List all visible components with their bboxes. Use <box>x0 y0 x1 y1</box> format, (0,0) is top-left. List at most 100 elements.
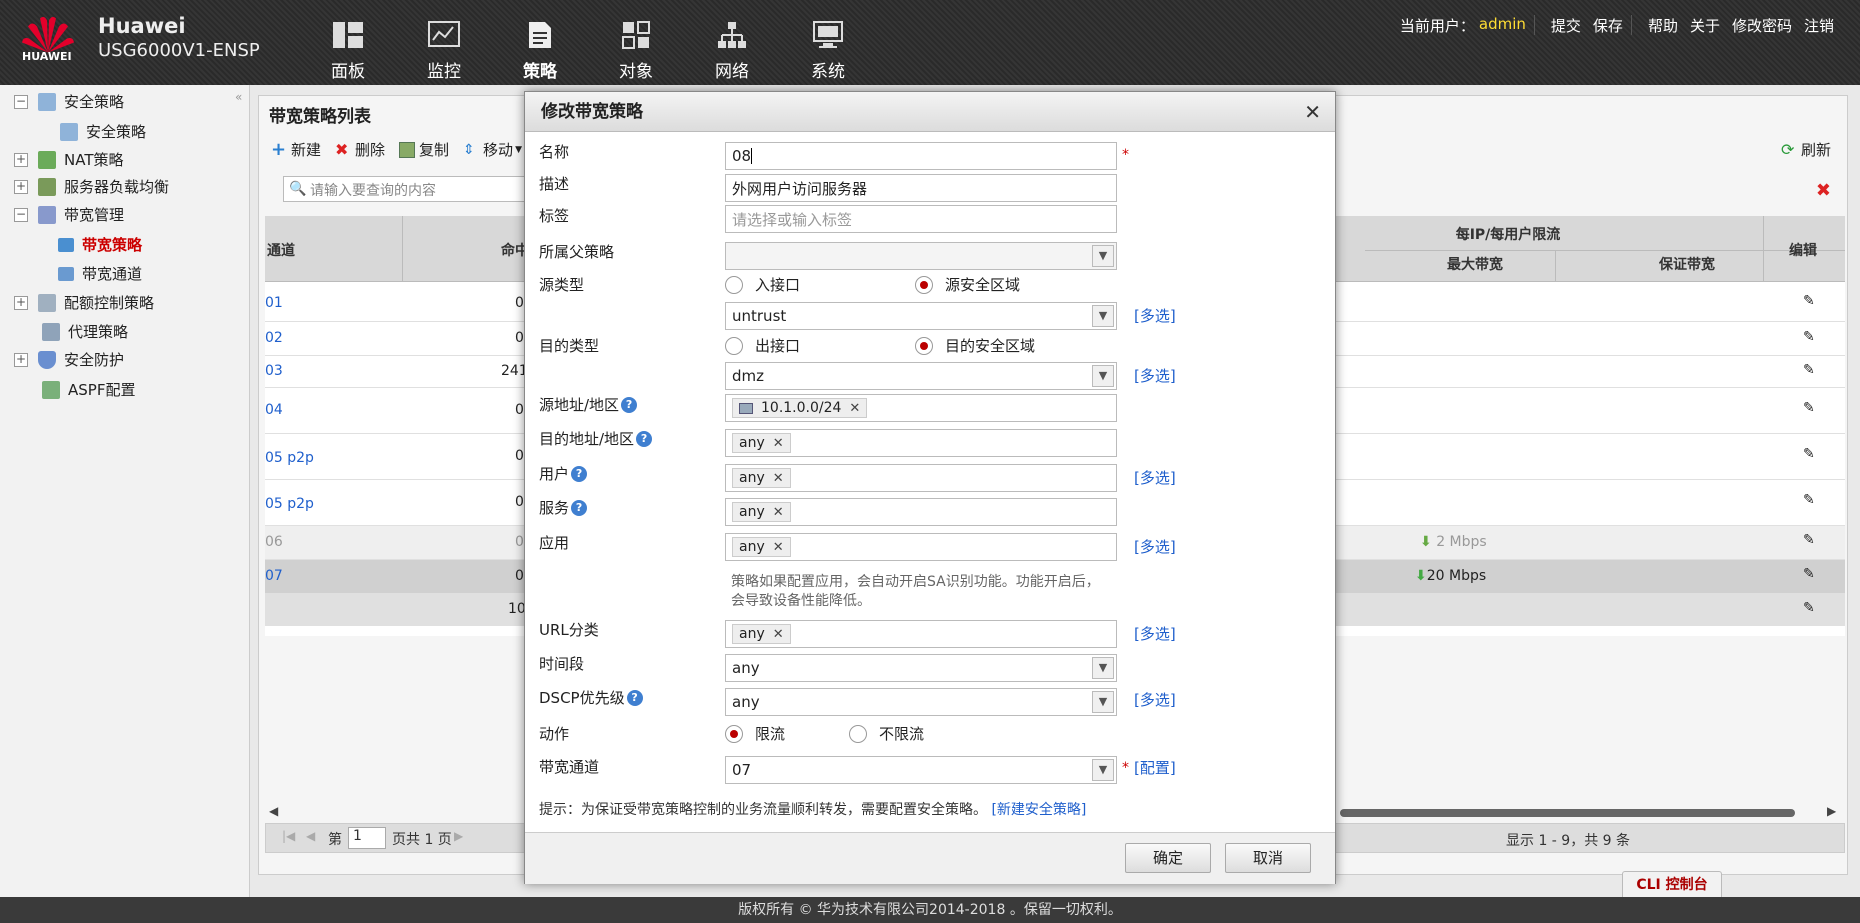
dst-interface-radio[interactable]: 出接口 <box>725 335 800 356</box>
url-multi-link[interactable]: [多选] <box>1134 623 1176 644</box>
change-password-link[interactable]: 修改密码 <box>1728 15 1796 36</box>
app-input[interactable]: any ✕ <box>725 533 1117 561</box>
row-name[interactable]: 01 <box>265 295 283 311</box>
row-name[interactable]: 03 <box>265 363 283 379</box>
dscp-select[interactable]: any ▼ <box>725 688 1117 716</box>
app-multi-link[interactable]: [多选] <box>1134 536 1176 557</box>
sidebar-item-quota[interactable]: + 配额控制策略 <box>14 291 154 315</box>
about-link[interactable]: 关于 <box>1686 15 1724 36</box>
logout-link[interactable]: 注销 <box>1800 15 1838 36</box>
chevron-down-icon[interactable]: ▼ <box>1092 305 1114 327</box>
cancel-button[interactable]: 取消 <box>1225 843 1311 873</box>
src-zone-select[interactable]: untrust ▼ <box>725 302 1117 330</box>
edit-icon[interactable]: ✎ <box>1803 329 1815 345</box>
submit-link[interactable]: 提交 <box>1547 15 1585 36</box>
first-page-icon[interactable]: |◀ <box>282 829 295 843</box>
channel-select[interactable]: 07 ▼ <box>725 756 1117 784</box>
new-security-policy-link[interactable]: [新建安全策略] <box>991 802 1086 818</box>
sidebar-item-security-policy-sub[interactable]: 安全策略 <box>60 120 146 144</box>
remove-tag-icon[interactable]: ✕ <box>773 436 784 451</box>
nav-network[interactable]: 网络 <box>684 20 780 82</box>
edit-icon[interactable]: ✎ <box>1803 293 1815 309</box>
tag-input[interactable]: 请选择或输入标签 <box>725 205 1117 233</box>
row-name[interactable]: 07 <box>265 568 283 584</box>
scroll-left-icon[interactable]: ◀ <box>269 804 278 818</box>
close-icon[interactable]: ✕ <box>1304 92 1321 132</box>
dst-zone-multi-link[interactable]: [多选] <box>1134 365 1176 386</box>
dst-addr-input[interactable]: any ✕ <box>725 429 1117 457</box>
sidebar-item-bandwidth-channel[interactable]: 带宽通道 <box>58 262 142 286</box>
scrollbar-thumb[interactable] <box>1340 809 1795 817</box>
sidebar-item-bandwidth-policy[interactable]: 带宽策略 <box>58 233 142 257</box>
collapse-icon[interactable]: − <box>14 95 28 109</box>
expand-icon[interactable]: + <box>14 353 28 367</box>
dst-zone-select[interactable]: dmz ▼ <box>725 362 1117 390</box>
row-name[interactable]: 05 p2p <box>265 496 314 512</box>
time-select[interactable]: any ▼ <box>725 654 1117 682</box>
collapse-sidebar-icon[interactable]: « <box>235 90 242 104</box>
help-icon[interactable]: ? <box>621 396 638 413</box>
ok-button[interactable]: 确定 <box>1125 843 1211 873</box>
dst-zone-radio[interactable]: 目的安全区域 <box>915 335 1035 356</box>
scroll-right-icon[interactable]: ▶ <box>1827 804 1836 818</box>
remove-tag-icon[interactable]: ✕ <box>773 471 784 486</box>
edit-icon[interactable]: ✎ <box>1803 532 1815 548</box>
url-input[interactable]: any ✕ <box>725 620 1117 648</box>
remove-tag-icon[interactable]: ✕ <box>849 401 860 416</box>
nav-policy[interactable]: 策略 <box>492 20 588 82</box>
refresh-button[interactable]: ⟳ 刷新 <box>1781 139 1831 160</box>
sidebar-item-nat[interactable]: + NAT策略 <box>14 148 123 172</box>
edit-icon[interactable]: ✎ <box>1803 566 1815 582</box>
sidebar-item-proxy[interactable]: 代理策略 <box>42 320 128 344</box>
remove-tag-icon[interactable]: ✕ <box>773 540 784 555</box>
new-button[interactable]: + 新建 <box>271 139 321 160</box>
row-name[interactable]: 04 <box>265 402 283 418</box>
action-limit-radio[interactable]: 限流 <box>725 723 785 744</box>
edit-icon[interactable]: ✎ <box>1803 362 1815 378</box>
remove-tag-icon[interactable]: ✕ <box>773 627 784 642</box>
src-interface-radio[interactable]: 入接口 <box>725 274 800 295</box>
chevron-down-icon[interactable]: ▼ <box>1092 657 1114 679</box>
help-icon[interactable]: ? <box>626 689 643 706</box>
save-link[interactable]: 保存 <box>1589 15 1627 36</box>
copy-button[interactable]: 复制 <box>399 139 449 160</box>
parent-select[interactable]: ▼ <box>725 242 1117 270</box>
help-icon[interactable]: ? <box>571 465 588 482</box>
dscp-multi-link[interactable]: [多选] <box>1134 689 1176 710</box>
row-name[interactable]: 02 <box>265 330 283 346</box>
src-addr-input[interactable]: 10.1.0.0/24 ✕ <box>725 394 1117 422</box>
name-input[interactable]: 08 <box>725 142 1117 170</box>
sidebar-item-aspf[interactable]: ASPF配置 <box>42 378 135 402</box>
move-button[interactable]: ⇕ 移动 ▼ <box>463 139 522 160</box>
edit-icon[interactable]: ✎ <box>1803 600 1815 616</box>
sidebar-item-security-policy[interactable]: − 安全策略 <box>14 90 124 114</box>
user-input[interactable]: any ✕ <box>725 464 1117 492</box>
delete-button[interactable]: ✖ 删除 <box>335 139 385 160</box>
expand-icon[interactable]: + <box>14 180 28 194</box>
row-name[interactable]: 05 p2p <box>265 450 314 466</box>
chevron-down-icon[interactable]: ▼ <box>1092 759 1114 781</box>
edit-icon[interactable]: ✎ <box>1803 446 1815 462</box>
src-zone-radio[interactable]: 源安全区域 <box>915 274 1020 295</box>
prev-page-icon[interactable]: ◀ <box>306 829 315 843</box>
expand-icon[interactable]: + <box>14 153 28 167</box>
edit-icon[interactable]: ✎ <box>1803 400 1815 416</box>
user-multi-link[interactable]: [多选] <box>1134 467 1176 488</box>
help-icon[interactable]: ? <box>636 430 653 447</box>
nav-dashboard[interactable]: 面板 <box>300 20 396 82</box>
edit-icon[interactable]: ✎ <box>1803 492 1815 508</box>
collapse-icon[interactable]: − <box>14 208 28 222</box>
page-input[interactable]: 1 <box>348 827 386 849</box>
remove-tag-icon[interactable]: ✕ <box>773 505 784 520</box>
chevron-down-icon[interactable]: ▼ <box>1092 245 1114 267</box>
nav-monitor[interactable]: 监控 <box>396 20 492 82</box>
sidebar-item-load-balance[interactable]: + 服务器负载均衡 <box>14 175 169 199</box>
nav-system[interactable]: 系统 <box>780 20 876 82</box>
nav-object[interactable]: 对象 <box>588 20 684 82</box>
help-icon[interactable]: ? <box>571 499 588 516</box>
channel-config-link[interactable]: [配置] <box>1134 757 1176 778</box>
service-input[interactable]: any ✕ <box>725 498 1117 526</box>
chevron-down-icon[interactable]: ▼ <box>1092 691 1114 713</box>
action-nolimit-radio[interactable]: 不限流 <box>849 723 924 744</box>
expand-icon[interactable]: + <box>14 296 28 310</box>
